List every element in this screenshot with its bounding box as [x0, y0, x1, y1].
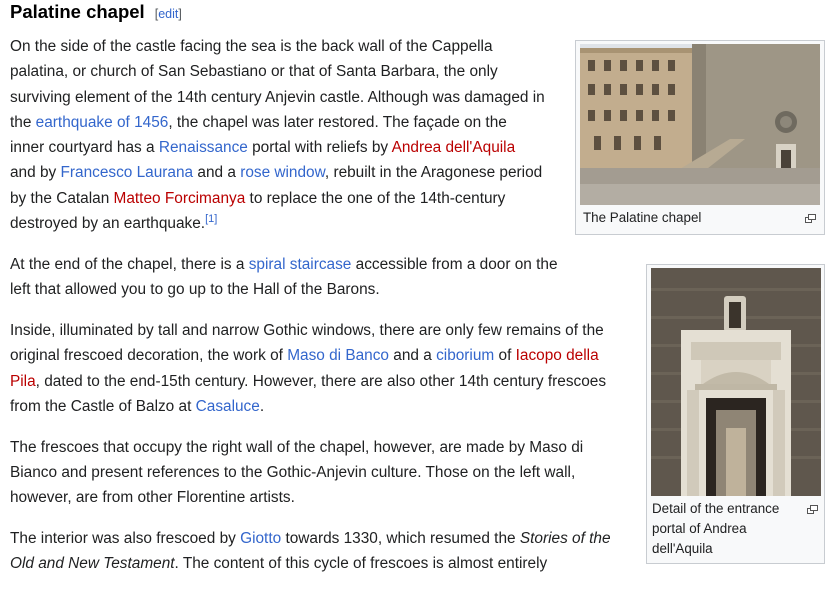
link-ciborium[interactable]: ciborium	[436, 347, 494, 364]
link-andrea-dellaquila[interactable]: Andrea dell'Aquila	[392, 139, 516, 156]
reference-1[interactable]: [1]	[205, 213, 217, 225]
paragraph-right-wall: The frescoes that occupy the right wall …	[10, 438, 584, 507]
paragraph-frescoes-inside: Inside, illuminated by tall and narrow G…	[10, 321, 607, 415]
link-renaissance[interactable]: Renaissance	[159, 139, 248, 156]
article-body: On the side of the castle facing the sea…	[10, 34, 622, 592]
link-casaluce[interactable]: Casaluce	[196, 398, 260, 415]
link-maso-di-banco[interactable]: Maso di Banco	[287, 347, 389, 364]
edit-section: [edit]	[154, 7, 182, 21]
figure-palatine-chapel: The Palatine chapel	[575, 40, 825, 235]
paragraph-spiral-staircase: At the end of the chapel, there is a spi…	[10, 255, 558, 299]
section-heading: Palatine chapel [edit]	[10, 1, 182, 23]
figure-portal-detail: Detail of the entrance portal of Andrea …	[646, 264, 825, 564]
image-palatine-chapel[interactable]	[580, 44, 820, 205]
magnify-clip-icon[interactable]	[807, 501, 818, 514]
paragraph-castle-chapel: On the side of the castle facing the sea…	[10, 38, 545, 233]
section-title: Palatine chapel	[10, 1, 145, 22]
figure-caption: Detail of the entrance portal of Andrea …	[652, 501, 780, 556]
link-rose-window[interactable]: rose window	[240, 164, 325, 181]
link-earthquake-1456[interactable]: earthquake of 1456	[36, 114, 169, 131]
link-spiral-staircase[interactable]: spiral staircase	[249, 256, 352, 273]
image-portal-detail[interactable]	[651, 268, 821, 496]
link-giotto[interactable]: Giotto	[240, 530, 281, 547]
figure-caption: The Palatine chapel	[583, 210, 702, 225]
paragraph-giotto: The interior was also frescoed by Giotto…	[10, 530, 611, 573]
magnify-clip-icon[interactable]	[805, 210, 816, 223]
edit-link[interactable]: edit	[158, 7, 178, 21]
link-matteo-forcimanya[interactable]: Matteo Forcimanya	[114, 190, 246, 207]
link-francesco-laurana[interactable]: Francesco Laurana	[61, 164, 194, 181]
